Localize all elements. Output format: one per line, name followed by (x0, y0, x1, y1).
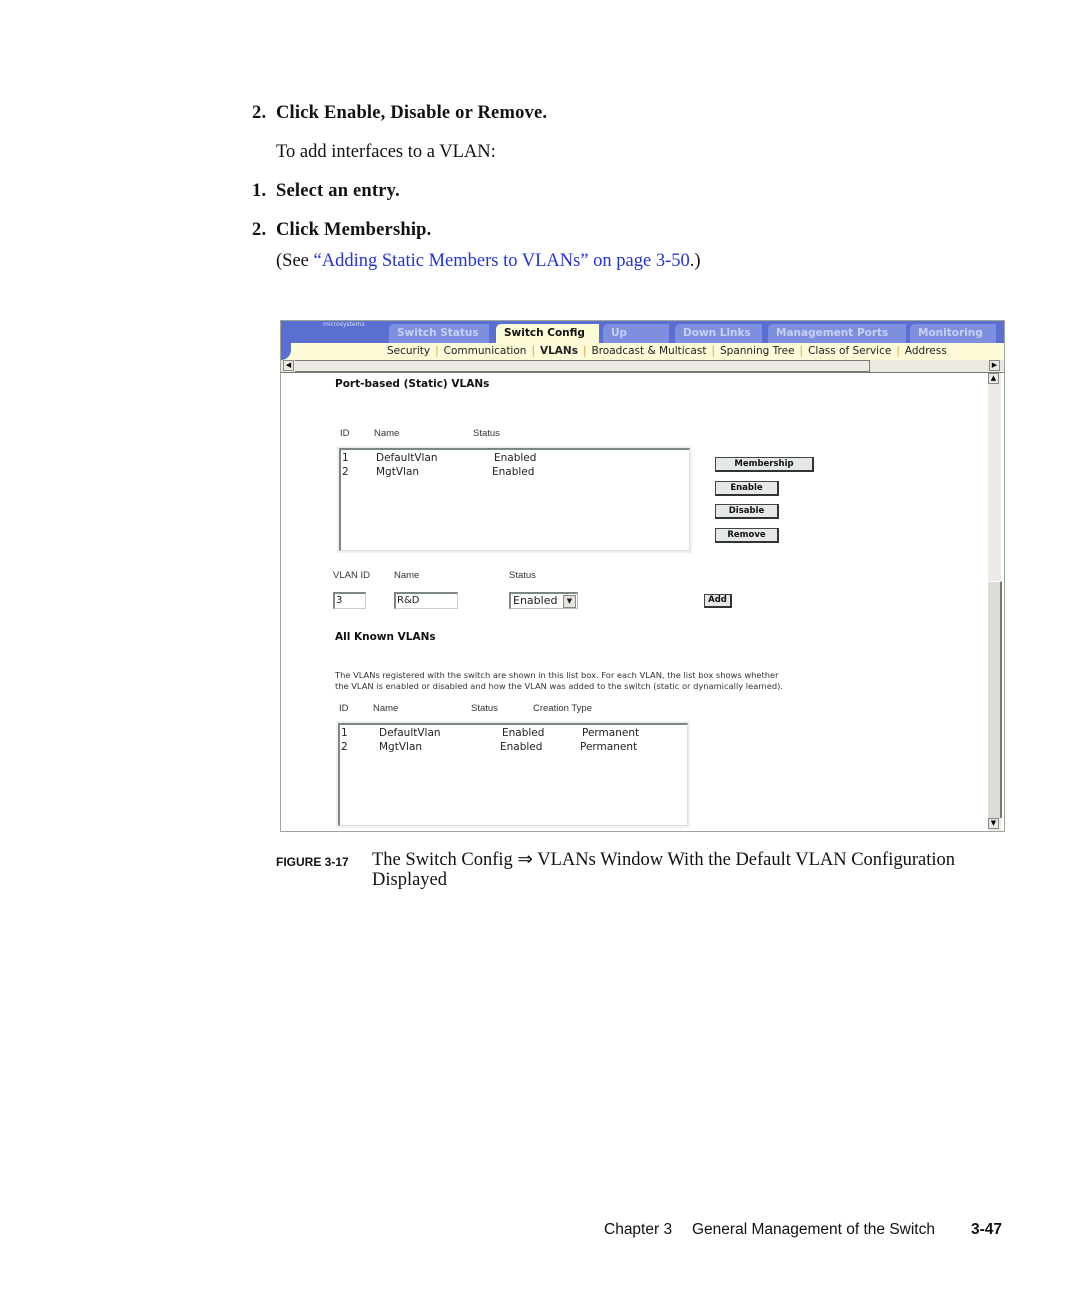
chevron-down-icon[interactable]: ▼ (563, 595, 576, 608)
tab-management-ports[interactable]: Management Ports (768, 324, 906, 343)
step-number: 1. (252, 181, 267, 201)
static-vlans-listbox[interactable]: 1 DefaultVlan Enabled 2 MgtVlan Enabled (339, 448, 690, 551)
tab-monitoring[interactable]: Monitoring (910, 324, 996, 343)
vlan-name: MgtVlan (376, 466, 420, 478)
enable-button[interactable]: Enable (715, 481, 779, 496)
subnav-address[interactable]: Address (905, 345, 947, 357)
vlan-id: 1 (341, 727, 348, 739)
vlan-status: Enabled (494, 452, 537, 464)
vlan-name: DefaultVlan (376, 452, 438, 464)
top-nav-bar: microsystems Switch Status Switch Config… (281, 321, 1004, 358)
horizontal-scroll-thumb[interactable] (295, 360, 870, 372)
vlan-status: Enabled (500, 741, 543, 753)
separator: | (896, 345, 900, 357)
brand-logo: microsystems (323, 321, 365, 328)
status-select[interactable]: Enabled ▼ (509, 592, 578, 609)
scroll-up-icon[interactable]: ▲ (988, 373, 999, 384)
scroll-right-icon[interactable]: ▶ (989, 360, 1000, 371)
subnav-spanning-tree[interactable]: Spanning Tree (720, 345, 795, 357)
vlan-id: 1 (342, 452, 349, 464)
col-header-status: Status (473, 428, 500, 439)
status-select-value: Enabled (513, 594, 558, 607)
see-reference: (See “Adding Static Members to VLANs” on… (276, 251, 701, 272)
tab-up-links[interactable]: Up Links (603, 324, 669, 358)
step-click-membership: 2. Click Membership. (252, 220, 432, 241)
vertical-scrollbar[interactable]: ▲ ▼ (988, 373, 1002, 831)
intro-paragraph: To add interfaces to a VLAN: (276, 142, 496, 162)
vlan-name: DefaultVlan (379, 727, 441, 739)
figure-caption-text: The Switch Config ⇒ VLANs Window With th… (372, 850, 956, 890)
name-label: Name (394, 570, 420, 581)
col-header-name: Name (374, 428, 400, 439)
subnav-broadcast-multicast[interactable]: Broadcast & Multicast (592, 345, 707, 357)
vlan-status: Enabled (502, 727, 545, 739)
remove-button[interactable]: Remove (715, 528, 779, 543)
separator: | (711, 345, 715, 357)
vlan-name-input[interactable]: R&D (394, 592, 458, 609)
status-label: Status (509, 570, 536, 581)
col-header-id: ID (340, 428, 350, 439)
vlan-name: MgtVlan (379, 741, 423, 753)
see-prefix: (See (276, 251, 314, 271)
tab-switch-config[interactable]: Switch Config (496, 324, 599, 343)
separator: | (531, 345, 535, 357)
known-vlans-description-line1: The VLANs registered with the switch are… (335, 670, 779, 680)
known-vlans-description-line2: the VLAN is enabled or disabled and how … (335, 681, 784, 691)
sub-nav-bar: Security | Communication | VLANs | Broadcast &… (281, 343, 1004, 360)
step-number: 2. (252, 103, 267, 123)
step-click-enable-disable-remove: 2. Click Enable, Disable or Remove. (252, 103, 547, 124)
footer-page-number: 3-47 (971, 1221, 1003, 1238)
vlan-id-input[interactable]: 3 (333, 592, 366, 609)
col-header-status: Status (471, 703, 498, 714)
cross-reference-link[interactable]: “Adding Static Members to VLANs” on page… (314, 251, 690, 271)
subnav-vlans[interactable]: VLANs (540, 345, 578, 357)
all-known-vlans-heading: All Known VLANs (335, 631, 436, 643)
step-number: 2. (252, 220, 267, 240)
col-header-creation-type: Creation Type (533, 703, 592, 714)
footer-chapter-title: General Management of the Switch (692, 1221, 935, 1238)
vlan-creation-type: Permanent (582, 727, 640, 739)
vlan-id-label: VLAN ID (333, 570, 370, 581)
step-text: Click Enable, Disable or Remove. (276, 103, 548, 123)
vlan-id: 2 (341, 741, 348, 753)
scroll-left-icon[interactable]: ◀ (283, 360, 294, 371)
col-header-name: Name (373, 703, 399, 714)
vlan-creation-type: Permanent (580, 741, 638, 753)
step-select-entry: 1. Select an entry. (252, 181, 400, 202)
vertical-scroll-thumb[interactable] (988, 581, 1002, 818)
membership-button[interactable]: Membership (715, 457, 814, 472)
footer-chapter: Chapter 3 (604, 1221, 673, 1238)
subnav-communication[interactable]: Communication (444, 345, 527, 357)
sub-nav-links: Security | Communication | VLANs | Broadcast &… (387, 343, 947, 360)
static-vlans-heading: Port-based (Static) VLANs (335, 378, 490, 390)
step-text: Click Membership. (276, 220, 432, 240)
separator: | (435, 345, 439, 357)
vlans-window-screenshot: microsystems Switch Status Switch Config… (280, 320, 1005, 832)
col-header-id: ID (339, 703, 349, 714)
subnav-class-of-service[interactable]: Class of Service (808, 345, 891, 357)
see-suffix: .) (689, 251, 701, 271)
separator: | (799, 345, 804, 357)
step-text: Select an entry. (276, 181, 400, 201)
nav-corner (281, 343, 291, 360)
vlan-id: 2 (342, 466, 349, 478)
vlan-status: Enabled (492, 466, 535, 478)
scroll-down-icon[interactable]: ▼ (988, 818, 999, 829)
subnav-security[interactable]: Security (387, 345, 430, 357)
tab-down-links[interactable]: Down Links (675, 324, 762, 343)
add-button[interactable]: Add (704, 594, 732, 608)
tab-switch-status[interactable]: Switch Status (389, 324, 489, 343)
known-vlans-listbox[interactable]: 1 DefaultVlan Enabled Permanent 2 MgtVla… (338, 723, 688, 826)
horizontal-scrollbar[interactable]: ◀ ▶ (281, 360, 1004, 373)
separator: | (582, 345, 587, 357)
figure-label: FIGURE 3-17 (276, 855, 349, 869)
disable-button[interactable]: Disable (715, 504, 779, 519)
vlans-content: Port-based (Static) VLANs ID Name Status… (281, 373, 981, 831)
